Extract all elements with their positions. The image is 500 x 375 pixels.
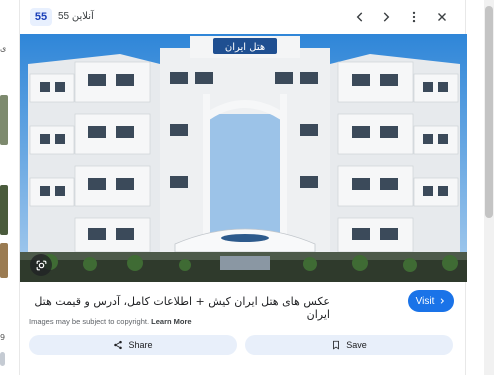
copyright-text: Images may be subject to copyright. — [29, 317, 150, 326]
visit-button[interactable]: Visit — [408, 290, 454, 312]
share-label: Share — [128, 340, 153, 350]
save-button[interactable]: Save — [245, 335, 453, 355]
underlying-thumbnail[interactable] — [0, 243, 8, 278]
site-name[interactable]: 55 آنلاین — [58, 11, 94, 22]
close-viewer-button[interactable] — [432, 7, 452, 27]
hotel-building-image: هتل ایران — [20, 34, 467, 282]
share-button[interactable]: Share — [29, 335, 237, 355]
more-options-button[interactable] — [404, 7, 424, 27]
close-icon — [438, 13, 446, 21]
image-viewer-panel: 55 55 آنلاین هتل ایران عکس های هتل ایران… — [19, 0, 467, 375]
scroll-thumb[interactable] — [485, 6, 493, 218]
underlying-thumbnail[interactable] — [0, 95, 8, 145]
copyright-notice: Images may be subject to copyright. Lear… — [29, 317, 192, 326]
preview-image[interactable]: هتل ایران — [20, 34, 467, 282]
underlying-thumbnail[interactable] — [0, 352, 5, 366]
next-image-button[interactable] — [376, 7, 396, 27]
site-favicon-badge[interactable]: 55 — [30, 8, 52, 26]
page-scrollbar[interactable] — [466, 0, 500, 375]
save-label: Save — [346, 340, 367, 350]
underlying-page-left-edge: ی 9 — [0, 0, 20, 375]
visit-button-label: Visit — [415, 295, 435, 307]
underlying-text-fragment: ی — [0, 44, 7, 53]
building-sign-text: هتل ایران — [225, 42, 265, 53]
more-vert-icon — [412, 11, 416, 23]
page: ی 9 55 55 آنلاین هتل ایران عکس های هتل ا… — [0, 0, 500, 375]
viewer-topbar: 55 55 آنلاین — [20, 0, 467, 34]
lens-icon — [36, 260, 46, 270]
learn-more-link[interactable]: Learn More — [151, 317, 191, 326]
lens-search-button[interactable] — [30, 254, 52, 276]
chevron-right-icon — [383, 12, 390, 22]
underlying-thumbnail[interactable] — [0, 185, 8, 235]
share-icon — [114, 340, 123, 350]
chevron-left-icon — [356, 12, 363, 22]
bookmark-icon — [333, 340, 340, 350]
chevron-right-small-icon — [441, 298, 445, 304]
underlying-text-fragment: 9 — [0, 333, 6, 342]
previous-image-button[interactable] — [350, 7, 370, 27]
